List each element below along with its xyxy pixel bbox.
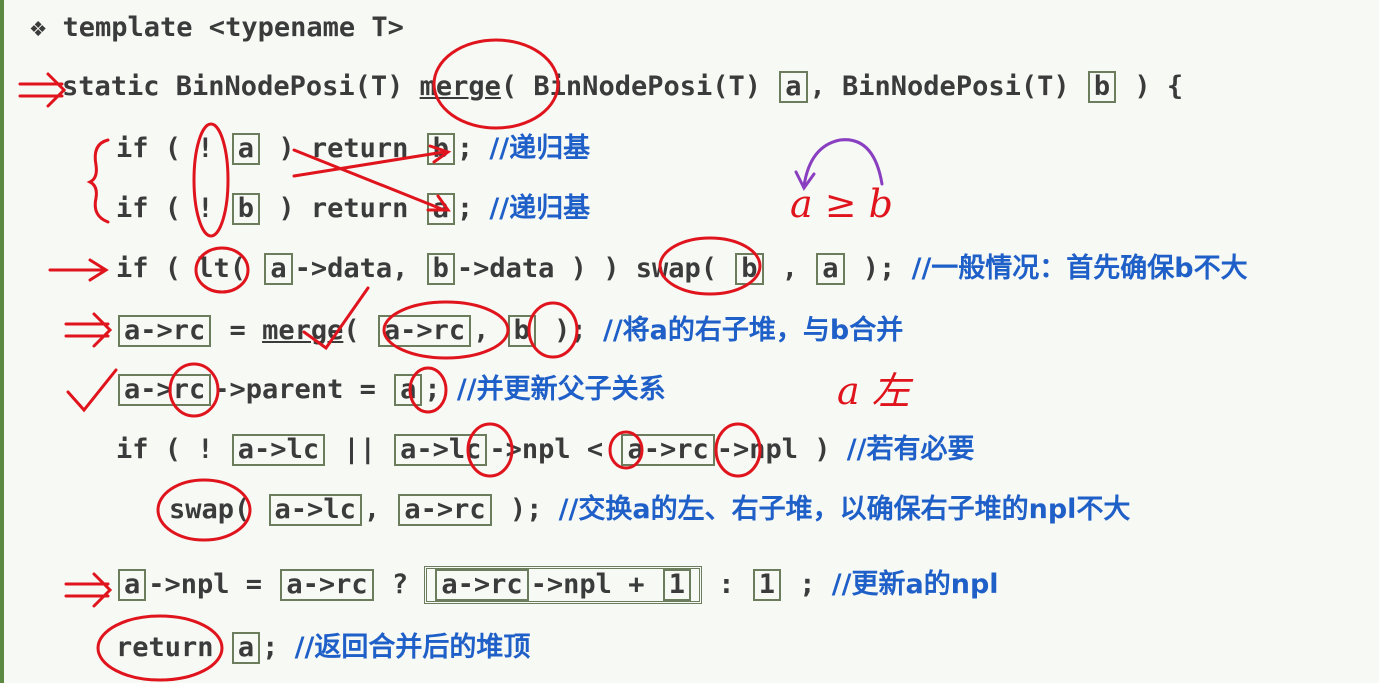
code-line-recursive-merge: a->rc = merge( a->rc, b ); //将a的右子堆，与b合并 xyxy=(116,313,903,349)
code-part: ->npl ) xyxy=(716,434,847,465)
var-box: a->lc xyxy=(394,434,488,466)
var-box: 1 xyxy=(662,569,691,601)
code-part: swap( xyxy=(169,494,267,525)
merge-keyword: merge xyxy=(419,71,501,102)
var-box: a xyxy=(231,133,261,165)
code-line-signature: static BinNodePosi(T) merge( BinNodePosi… xyxy=(62,69,1183,105)
var-box: b xyxy=(426,133,455,165)
code-part: ; xyxy=(783,569,832,600)
code-part: ->data, xyxy=(294,253,425,284)
var-box: a xyxy=(231,632,261,664)
code-part: ->npl = xyxy=(148,569,279,600)
code-line-base-b: if ( ! b ) return a; //递归基 xyxy=(116,191,590,227)
slide: ❖ template <typename T> static BinNodePo… xyxy=(0,0,1379,683)
code-part: ->npl + xyxy=(530,569,661,600)
var-box: a->rc xyxy=(398,494,492,526)
param-b-box: b xyxy=(1087,71,1117,103)
code-part: ; xyxy=(262,632,295,663)
code-part: ->npl < xyxy=(489,434,620,465)
double-arrow-icon xyxy=(64,312,113,348)
var-box: a->rc xyxy=(435,569,529,601)
comment: //将a的右子堆，与b合并 xyxy=(602,315,904,346)
var-box: a->lc xyxy=(231,434,326,466)
double-arrow-icon xyxy=(18,72,67,108)
brace-icon xyxy=(86,138,110,224)
checkmark-icon xyxy=(66,368,118,413)
code-part: || xyxy=(327,434,393,465)
param-a-box: a xyxy=(779,71,808,103)
var-box: a->rc xyxy=(377,315,472,347)
code-part: if ( lt( xyxy=(116,253,263,284)
var-box: b xyxy=(507,315,536,347)
npl-expr-box: a->rc ->npl + 1 xyxy=(424,566,702,604)
sig-part: ) { xyxy=(1118,71,1184,102)
sig-part: ( BinNodePosi(T) xyxy=(500,71,778,102)
merge-call: merge xyxy=(262,315,344,346)
return-keyword: return xyxy=(116,632,214,663)
curved-arrow-icon xyxy=(794,138,884,191)
double-arrow-icon xyxy=(64,572,113,608)
code-part: , xyxy=(363,494,397,525)
var-box: 1 xyxy=(752,569,782,601)
code-part: ); xyxy=(493,494,559,525)
comment: //并更新父子关系 xyxy=(456,374,666,405)
annotation-a-left: a 左 xyxy=(837,369,910,413)
var-box: a xyxy=(816,253,845,285)
var-box: b xyxy=(426,253,455,285)
var-box: a->rc xyxy=(280,569,374,601)
code-part: if ( ! xyxy=(116,193,230,224)
code-line-update-npl: a ->npl = a->rc ? a->rc ->npl + 1 : 1 ; //… xyxy=(116,566,999,604)
var-box: a xyxy=(118,569,147,601)
sig-part: , BinNodePosi(T) xyxy=(809,71,1086,102)
var-box: a->rc xyxy=(118,374,212,406)
comment: //一般情况：首先确保b不大 xyxy=(911,253,1248,284)
var-box: a xyxy=(394,374,423,406)
code-part: if ( ! xyxy=(116,133,230,164)
sig-part: static BinNodePosi(T) xyxy=(62,71,420,102)
comment: //递归基 xyxy=(489,193,591,224)
code-line-return: return a; //返回合并后的堆顶 xyxy=(116,630,530,666)
code-part: , xyxy=(473,315,506,346)
code-part xyxy=(214,632,230,663)
code-part: = xyxy=(213,315,263,346)
code-part: ); xyxy=(846,253,912,284)
code-part: ) return xyxy=(262,193,425,224)
comment: //若有必要 xyxy=(846,434,975,465)
code-part: ) return xyxy=(262,133,425,164)
var-box: b xyxy=(231,193,261,225)
comment: //返回合并后的堆顶 xyxy=(294,632,531,663)
var-box: a xyxy=(426,193,455,225)
code-part: ? xyxy=(375,569,425,600)
comment: //递归基 xyxy=(489,133,591,164)
code-line-template: ❖ template <typename T> xyxy=(30,12,404,43)
comment: //更新a的npl xyxy=(831,569,999,600)
code-part: ( xyxy=(343,315,376,346)
code-part: : xyxy=(701,569,751,600)
code-part: if ( ! xyxy=(116,434,230,465)
code-line-base-a: if ( ! a ) return b; //递归基 xyxy=(116,131,590,167)
code-part: ; xyxy=(456,193,490,224)
annotation-a-ge-b: a ≥ b xyxy=(790,182,893,226)
code-part: ); xyxy=(537,315,603,346)
var-box: a xyxy=(264,253,293,285)
comment: //交换a的左、右子堆，以确保右子堆的npl不大 xyxy=(558,494,1131,525)
code-part: ; xyxy=(424,374,457,405)
code-part: , xyxy=(765,253,815,284)
var-box: a->lc xyxy=(268,494,362,526)
var-box: a->rc xyxy=(621,434,715,466)
code-line-npl-check: if ( ! a->lc || a->lc ->npl < a->rc ->npl … xyxy=(116,432,975,468)
code-part: ; xyxy=(456,133,490,164)
code-part: ->data ) ) swap( xyxy=(456,253,734,284)
arrow-icon xyxy=(48,258,109,282)
var-box: a->rc xyxy=(118,315,212,347)
code-part: ->parent = xyxy=(213,374,393,405)
code-line-swap-children: swap( a->lc, a->rc ); //交换a的左、右子堆，以确保右子堆… xyxy=(169,492,1130,528)
var-box: b xyxy=(735,253,764,285)
code-line-parent: a->rc ->parent = a; //并更新父子关系 xyxy=(116,372,666,408)
code-line-swap-check: if ( lt( a ->data, b ->data ) ) swap( b , … xyxy=(116,251,1248,287)
